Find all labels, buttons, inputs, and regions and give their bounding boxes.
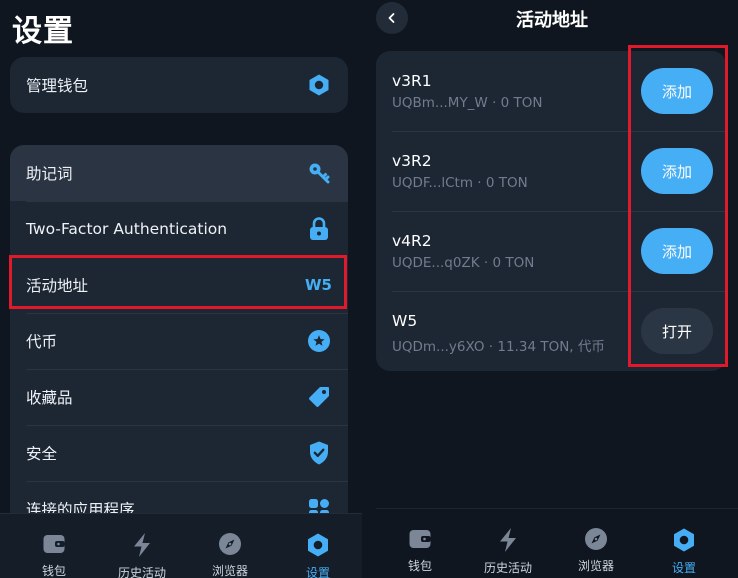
tab-browser[interactable]: 浏览器 — [190, 514, 270, 578]
manage-wallets-row[interactable]: 管理钱包 — [10, 57, 348, 113]
settings-item-label: 代币 — [26, 333, 58, 351]
settings-item-collectibles[interactable]: 收藏品 — [10, 369, 348, 425]
settings-screen: 设置 管理钱包 助记词 Two-Factor Authentication 活动… — [0, 0, 362, 578]
wallet-address: UQDm...y6XO · 11.34 TON, 代币 — [392, 339, 605, 355]
wallet-name: v4R2 — [392, 232, 432, 250]
settings-item-security[interactable]: 安全 — [10, 425, 348, 481]
settings-item-label: Two-Factor Authentication — [26, 220, 228, 238]
tab-history[interactable]: 历史活动 — [468, 509, 548, 575]
tab-browser[interactable]: 浏览器 — [556, 509, 636, 574]
tab-label: 浏览器 — [211, 564, 248, 578]
tab-settings[interactable]: 设置 — [278, 514, 358, 578]
highlight-box — [628, 45, 728, 367]
tab-label: 钱包 — [41, 564, 66, 578]
tab-bar: 钱包 历史活动 浏览器 设置 — [376, 508, 738, 578]
tab-label: 历史活动 — [483, 561, 532, 575]
settings-item-2fa[interactable]: Two-Factor Authentication — [10, 201, 348, 257]
tab-label: 设置 — [305, 566, 330, 578]
wallet-name: W5 — [392, 312, 418, 330]
page-title: 设置 — [12, 14, 74, 49]
settings-item-tokens[interactable]: 代币 — [10, 313, 348, 369]
page-title: 活动地址 — [516, 10, 588, 31]
wallet-address: UQDF...lCtm · 0 TON — [392, 175, 528, 191]
tab-wallet[interactable]: 钱包 — [14, 514, 94, 578]
shield-check-icon — [306, 440, 332, 466]
tab-history[interactable]: 历史活动 — [102, 514, 182, 578]
hexagon-icon — [306, 72, 332, 98]
settings-item-label: 收藏品 — [26, 389, 73, 407]
tag-icon — [306, 384, 332, 410]
tab-settings[interactable]: 设置 — [644, 509, 724, 575]
wallet-address: UQBm...MY_W · 0 TON — [392, 95, 543, 111]
manage-wallets-label: 管理钱包 — [26, 77, 89, 95]
lock-icon — [306, 216, 332, 242]
tab-label: 浏览器 — [577, 559, 614, 573]
bolt-icon — [128, 532, 156, 558]
hexagon-icon — [670, 527, 698, 553]
wallet-name: v3R1 — [392, 72, 432, 90]
wallet-icon — [40, 532, 68, 556]
settings-list: 助记词 Two-Factor Authentication 活动地址 W5 代币 — [10, 145, 348, 545]
highlight-box — [9, 255, 347, 309]
settings-item-recovery-phrase[interactable]: 助记词 — [10, 145, 348, 201]
compass-icon — [582, 527, 610, 551]
bolt-icon — [494, 527, 522, 553]
wallet-address: UQDE...q0ZK · 0 TON — [392, 255, 535, 271]
tab-label: 钱包 — [407, 559, 432, 573]
tab-label: 历史活动 — [117, 566, 166, 578]
active-address-screen: 活动地址 v3R1 UQBm...MY_W · 0 TON 添加 v3R2 UQ… — [376, 0, 738, 578]
tab-label: 设置 — [671, 561, 696, 575]
wallet-name: v3R2 — [392, 152, 432, 170]
hexagon-icon — [304, 532, 332, 558]
tab-wallet[interactable]: 钱包 — [380, 509, 460, 574]
star-badge-icon — [306, 328, 332, 354]
settings-item-label: 安全 — [26, 445, 58, 463]
key-icon — [306, 160, 332, 186]
wallet-icon — [406, 527, 434, 551]
manage-wallets-card[interactable]: 管理钱包 — [10, 57, 348, 113]
tab-bar: 钱包 历史活动 浏览器 设置 — [0, 513, 362, 578]
settings-item-label: 助记词 — [26, 165, 73, 183]
compass-icon — [216, 532, 244, 556]
